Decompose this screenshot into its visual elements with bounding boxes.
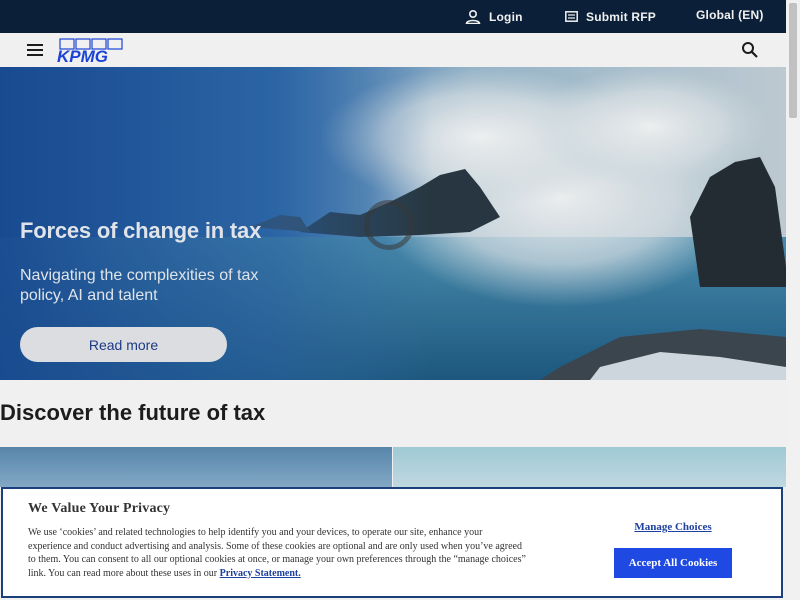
login-link[interactable]: Login	[465, 0, 523, 33]
cookie-banner: We Value Your Privacy We use ‘cookies’ a…	[1, 487, 783, 598]
main-nav: KPMG	[0, 33, 786, 68]
hero-subtitle: Navigating the complexities of tax polic…	[20, 267, 259, 304]
kpmg-logo[interactable]: KPMG	[56, 38, 128, 64]
loading-spinner-icon	[364, 200, 414, 250]
submit-rfp-link[interactable]: Submit RFP	[565, 0, 656, 33]
search-icon[interactable]	[741, 41, 759, 59]
privacy-statement-link[interactable]: Privacy Statement.	[220, 568, 301, 579]
feature-card-image[interactable]	[0, 447, 392, 487]
login-label: Login	[489, 9, 523, 24]
locale-selector[interactable]: Global (EN)	[696, 0, 764, 31]
cookie-title: We Value Your Privacy	[28, 501, 171, 516]
logo-text: KPMG	[57, 47, 108, 64]
read-more-button[interactable]: Read more	[20, 327, 227, 362]
hamburger-icon[interactable]	[27, 44, 43, 56]
scrollbar-thumb[interactable]	[789, 3, 797, 118]
cookie-body: We use ‘cookies’ and related technologie…	[28, 526, 528, 580]
hero-banner: Forces of change in tax Navigating the c…	[0, 67, 786, 380]
section-title: Discover the future of tax	[0, 400, 266, 425]
submit-rfp-label: Submit RFP	[586, 9, 656, 24]
feature-card-image[interactable]	[393, 447, 786, 487]
user-icon	[465, 9, 481, 24]
accept-all-cookies-button[interactable]: Accept All Cookies	[614, 548, 732, 578]
locale-label: Global (EN)	[696, 7, 764, 22]
hero-title: Forces of change in tax	[20, 218, 262, 243]
manage-choices-link[interactable]: Manage Choices	[612, 521, 734, 533]
utility-bar: Login Submit RFP Global (EN)	[0, 0, 786, 33]
document-icon	[565, 11, 578, 22]
